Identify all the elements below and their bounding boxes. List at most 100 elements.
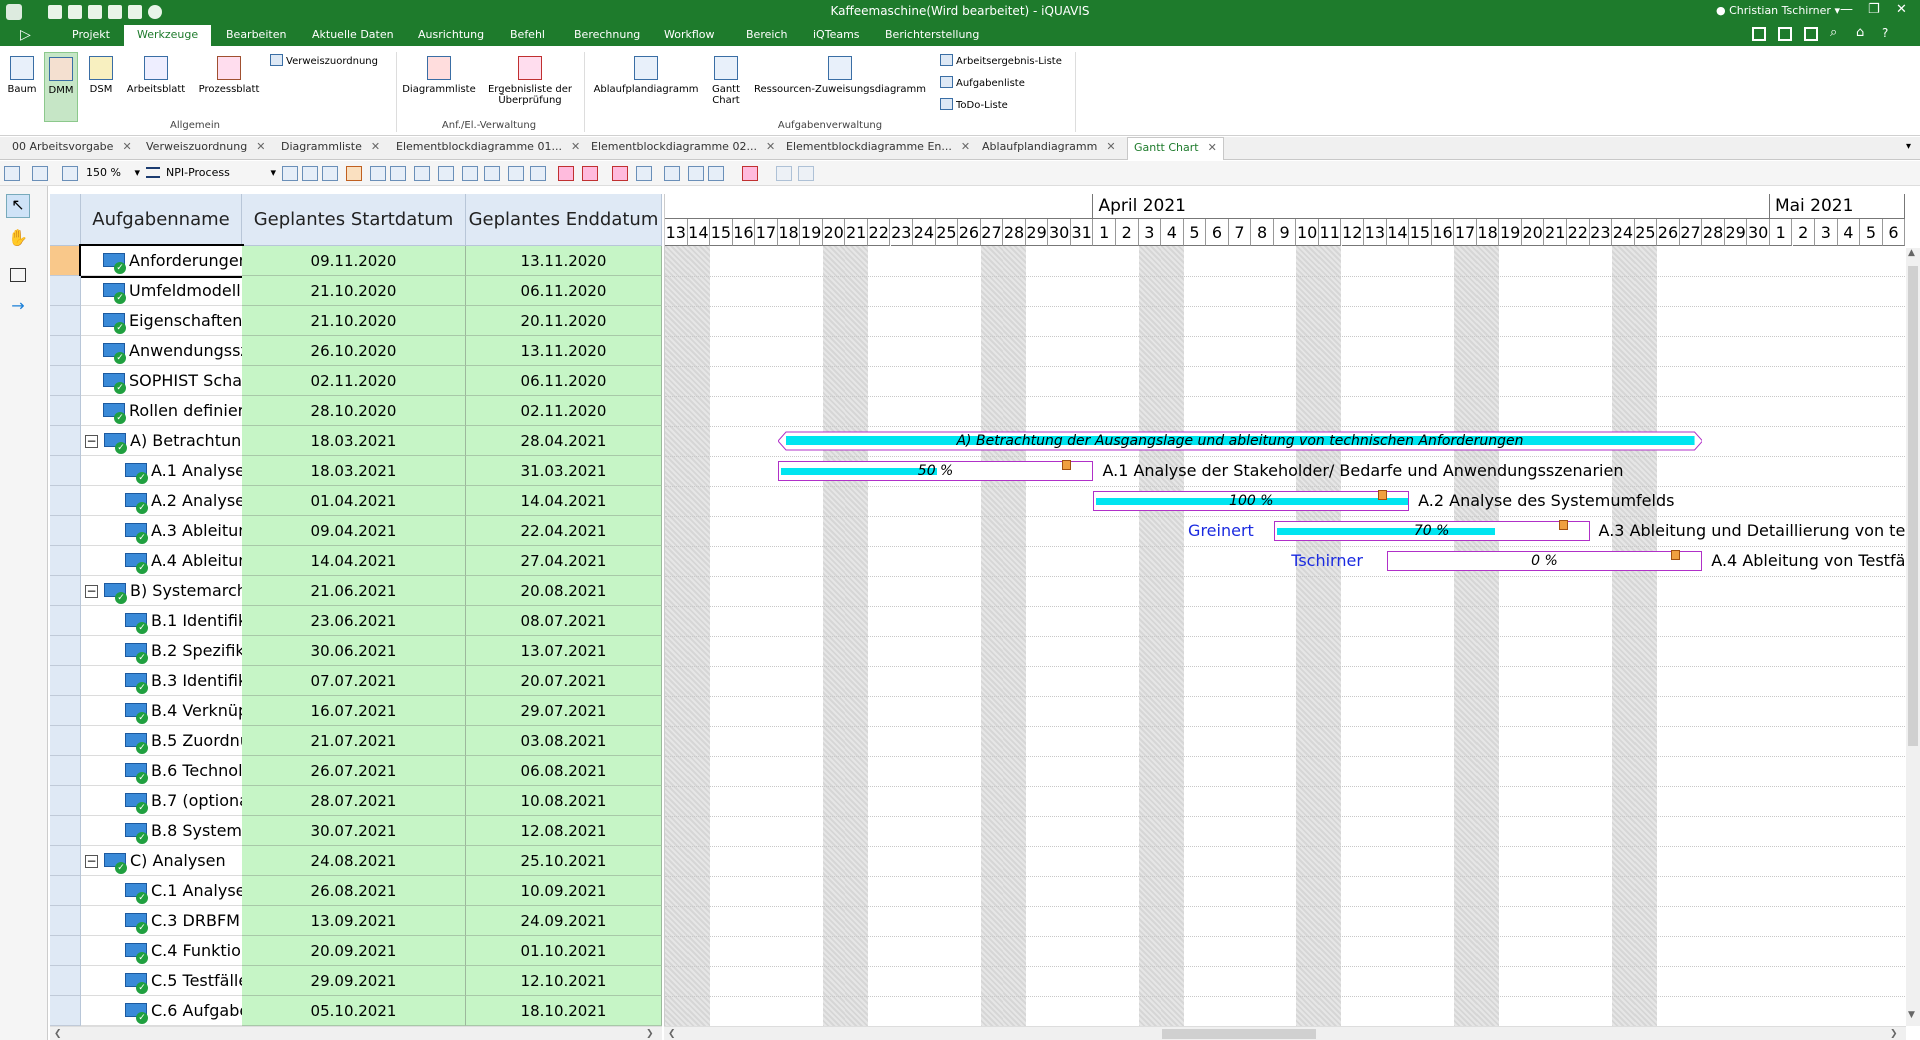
end-date-cell[interactable]: 31.03.2021 <box>466 456 662 486</box>
task-name-cell[interactable]: ✓A.4 Ableitung <box>81 546 242 576</box>
menu-befehl[interactable]: Befehl <box>510 28 545 41</box>
toolbar-icon-11[interactable] <box>508 166 524 181</box>
task-bar[interactable]: 100 % <box>1093 490 1410 511</box>
table-row[interactable]: ✓ C.3 DRBFM 13.09.2021 24.09.2021 <box>50 906 662 936</box>
toolbar-icon-1[interactable] <box>282 166 298 181</box>
ablaufplandiagramm-button[interactable]: Ablaufplandiagramm <box>590 56 702 118</box>
end-date-cell[interactable]: 29.07.2021 <box>466 696 662 726</box>
table-row[interactable]: ✓B.4 Verknüpfung16.07.202129.07.2021 <box>50 696 662 726</box>
search-icon[interactable]: ⌕ <box>1830 26 1844 41</box>
row-selector[interactable] <box>50 486 81 516</box>
task-name-cell[interactable]: ✓B.3 Identifikation <box>81 666 242 696</box>
restore-button[interactable]: ❐ <box>1868 2 1880 17</box>
collapse-icon[interactable]: − <box>85 855 98 868</box>
row-selector[interactable] <box>50 366 81 396</box>
end-date-cell[interactable]: 13.11.2020 <box>466 246 662 276</box>
close-icon[interactable]: ✕ <box>122 140 131 153</box>
start-date-cell[interactable]: 26.10.2020 <box>242 336 466 366</box>
start-date-cell[interactable]: 01.04.2021 <box>242 486 466 516</box>
close-icon[interactable]: ✕ <box>766 140 775 153</box>
end-date-cell[interactable]: 13.07.2021 <box>466 636 662 666</box>
end-date-cell[interactable]: 25.10.2021 <box>466 846 662 876</box>
table-row[interactable]: ✓B.2 Spezifikation30.06.202113.07.2021 <box>50 636 662 666</box>
end-date-cell[interactable]: 06.11.2020 <box>466 366 662 396</box>
task-bar[interactable]: 70 % <box>1273 520 1590 541</box>
start-date-cell[interactable]: 23.06.2021 <box>242 606 466 636</box>
task-name-cell[interactable]: ✓ Anforderungen <box>79 244 244 278</box>
end-date-cell[interactable]: 20.07.2021 <box>466 666 662 696</box>
table-row[interactable]: ✓B.7 (optional)28.07.202110.08.2021 <box>50 786 662 816</box>
table-row[interactable]: ✓SOPHIST Schablonen02.11.202006.11.2020 <box>50 366 662 396</box>
task-name-cell[interactable]: ✓C.6 Aufgaben <box>81 996 242 1026</box>
close-icon[interactable]: ✕ <box>371 140 380 153</box>
menu-aktuelle-daten[interactable]: Aktuelle Daten <box>312 28 394 41</box>
table-row[interactable]: ✓ Anforderungen 09.11.2020 13.11.2020 <box>50 244 662 278</box>
row-selector[interactable] <box>50 846 81 876</box>
row-selector[interactable] <box>50 336 81 366</box>
task-name-cell[interactable]: ✓B.6 Technologie <box>81 756 242 786</box>
end-date-cell[interactable]: 24.09.2021 <box>466 906 662 936</box>
end-date-cell[interactable]: 13.11.2020 <box>466 336 662 366</box>
ressourcen-button[interactable]: Ressourcen-Zuweisungsdiagramm <box>752 56 928 118</box>
toolbar-icon-10[interactable] <box>484 166 500 181</box>
user-menu[interactable]: ● Christian Tschirner ▾ <box>1716 4 1840 17</box>
task-name-cell[interactable]: ✓B.5 Zuordnung <box>81 726 242 756</box>
baum-button[interactable]: Baum <box>6 56 38 118</box>
vertical-scrollbar[interactable]: ▲ ▼ <box>1906 248 1920 1026</box>
arbeitsergebnis-liste-button[interactable]: Arbeitsergebnis-Liste <box>940 54 1062 67</box>
end-date-cell[interactable]: 10.09.2021 <box>466 876 662 906</box>
column-header-start[interactable]: Geplantes Startdatum <box>242 194 466 246</box>
row-selector[interactable] <box>50 246 81 276</box>
task-name-cell[interactable]: ✓ C.3 DRBFM <box>81 906 242 936</box>
table-row[interactable]: − ✓ C) Analysen 24.08.2021 25.10.2021 <box>50 846 662 876</box>
rectangle-tool-icon[interactable] <box>10 268 26 282</box>
toolbar-icon-2[interactable] <box>302 166 318 181</box>
table-row[interactable]: ✓ C.4 Funktion 20.09.2021 01.10.2021 <box>50 936 662 966</box>
end-date-cell[interactable]: 18.10.2021 <box>466 996 662 1026</box>
close-icon[interactable]: ✕ <box>1208 141 1217 154</box>
row-selector[interactable] <box>50 786 81 816</box>
row-selector[interactable] <box>50 606 81 636</box>
close-icon[interactable]: ✕ <box>571 140 580 153</box>
arbeitsblatt-button[interactable]: Arbeitsblatt <box>124 56 188 118</box>
tab-arbeitsvorgabe[interactable]: 00 Arbeitsvorgabe ✕ <box>12 140 132 153</box>
table-row[interactable]: ✓C.6 Aufgaben05.10.202118.10.2021 <box>50 996 662 1026</box>
toolbar-icon-19[interactable] <box>742 166 758 181</box>
toolbar-icon-4[interactable] <box>346 166 362 181</box>
table-row[interactable]: ✓B.5 Zuordnung21.07.202103.08.2021 <box>50 726 662 756</box>
summary-bar[interactable]: A) Betrachtung der Ausgangslage und able… <box>777 431 1703 451</box>
start-date-cell[interactable]: 18.03.2021 <box>242 426 466 456</box>
table-row[interactable]: ✓B.6 Technologie26.07.202106.08.2021 <box>50 756 662 786</box>
task-name-cell[interactable]: ✓ A.1 Analyse <box>81 456 242 486</box>
row-selector[interactable] <box>50 276 81 306</box>
menu-workflow[interactable]: Workflow <box>664 28 715 41</box>
tab-elementblock-01[interactable]: Elementblockdiagramme 01... ✕ <box>396 140 580 153</box>
split-icon[interactable] <box>1778 27 1792 41</box>
start-date-cell[interactable]: 21.10.2020 <box>242 306 466 336</box>
flag-icon[interactable] <box>1378 490 1388 500</box>
task-name-cell[interactable]: ✓ C.5 Testfälle <box>81 966 242 996</box>
toolbar-icon-12[interactable] <box>530 166 546 181</box>
end-date-cell[interactable]: 28.04.2021 <box>466 426 662 456</box>
close-button[interactable]: ✕ <box>1896 2 1907 17</box>
end-date-cell[interactable]: 06.11.2020 <box>466 276 662 306</box>
menu-werkzeuge[interactable]: Werkzeuge <box>124 25 212 46</box>
task-name-cell[interactable]: ✓Anwendungsszenarien <box>81 336 242 366</box>
row-selector[interactable] <box>50 756 81 786</box>
task-name-cell[interactable]: ✓ C.4 Funktion <box>81 936 242 966</box>
ergebnisliste-button[interactable]: Ergebnisliste der Überprüfung <box>484 56 576 118</box>
row-selector[interactable] <box>50 306 81 336</box>
end-date-cell[interactable]: 22.04.2021 <box>466 516 662 546</box>
row-selector[interactable] <box>50 816 81 846</box>
tab-elementblock-en[interactable]: Elementblockdiagramme En... ✕ <box>786 140 970 153</box>
app-menu-icon[interactable]: ▷ <box>20 27 31 43</box>
view-controls[interactable]: ⌕ ⌂ ? <box>1752 26 1896 41</box>
start-date-cell[interactable]: 24.08.2021 <box>242 846 466 876</box>
toolbar-icon-16[interactable] <box>636 166 652 181</box>
close-icon[interactable]: ✕ <box>961 140 970 153</box>
row-selector[interactable] <box>50 726 81 756</box>
chart-horizontal-scrollbar[interactable]: ❮ ❯ <box>664 1026 1906 1040</box>
tab-verweiszuordnung[interactable]: Verweiszuordnung ✕ <box>146 140 265 153</box>
zoom-select[interactable]: 150 % ▾ <box>86 166 142 181</box>
start-date-cell[interactable]: 29.09.2021 <box>242 966 466 996</box>
